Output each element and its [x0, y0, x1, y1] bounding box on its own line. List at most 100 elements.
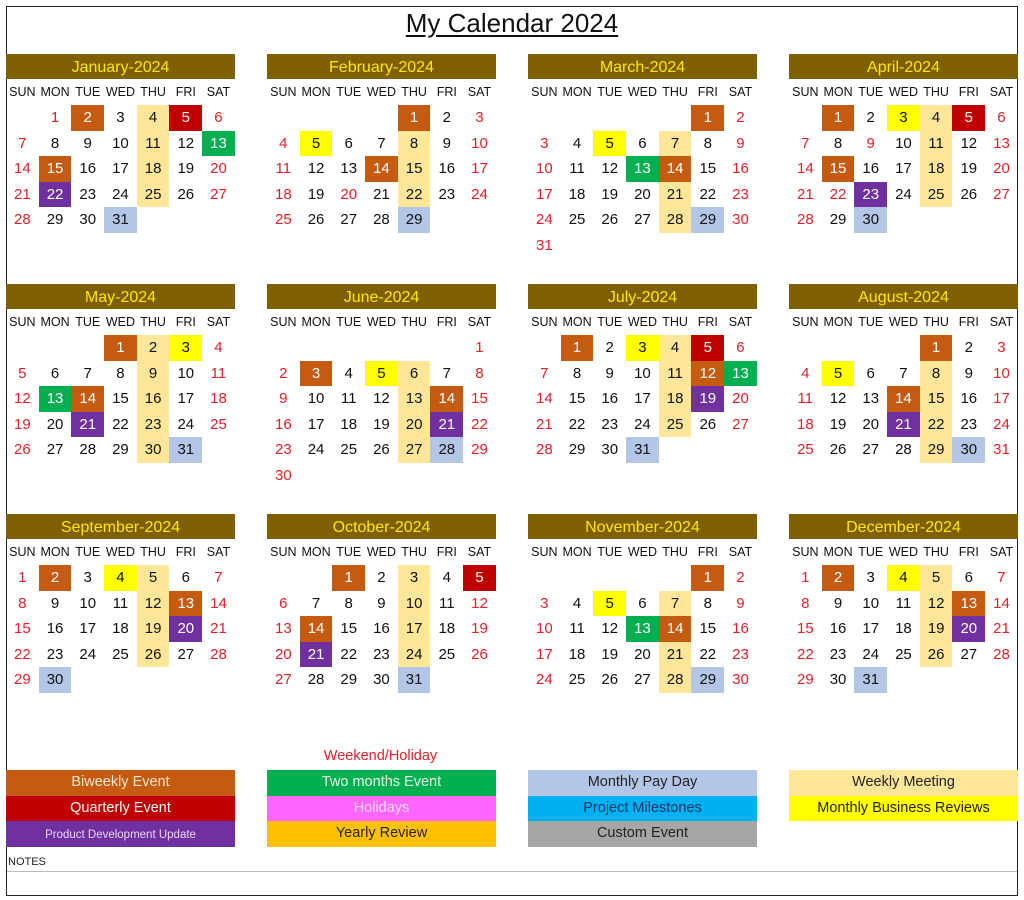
day-cell[interactable]: 25 [919, 181, 953, 208]
day-cell[interactable]: 1 [332, 565, 366, 591]
day-cell[interactable]: 21 [528, 412, 561, 438]
day-cell[interactable]: 3 [528, 591, 561, 617]
day-cell[interactable]: 10 [463, 131, 496, 157]
day-cell[interactable]: 11 [561, 616, 594, 642]
day-cell[interactable]: 15 [38, 156, 72, 182]
day-cell[interactable]: 12 [691, 360, 725, 387]
day-cell[interactable]: 6 [854, 361, 887, 387]
day-cell[interactable]: 9 [952, 361, 985, 387]
day-cell[interactable]: 11 [267, 156, 300, 182]
day-cell[interactable]: 21 [71, 411, 105, 438]
day-cell[interactable]: 4 [332, 361, 365, 387]
day-cell[interactable]: 28 [6, 207, 39, 233]
day-cell[interactable]: 21 [365, 182, 398, 208]
day-cell[interactable]: 29 [691, 207, 725, 233]
day-cell[interactable]: 17 [985, 386, 1018, 412]
day-cell[interactable]: 24 [104, 182, 137, 208]
day-cell[interactable]: 10 [528, 156, 561, 182]
day-cell[interactable]: 6 [952, 565, 985, 591]
day-cell[interactable]: 10 [397, 590, 431, 617]
day-cell[interactable]: 20 [202, 156, 235, 182]
day-cell[interactable]: 25 [789, 437, 822, 463]
day-cell[interactable]: 26 [593, 667, 626, 693]
day-cell[interactable]: 19 [136, 616, 170, 642]
day-cell[interactable]: 26 [463, 642, 496, 668]
day-cell[interactable]: 27 [169, 642, 202, 668]
day-cell[interactable]: 2 [593, 335, 626, 361]
day-cell[interactable]: 7 [789, 131, 822, 157]
day-cell[interactable]: 10 [854, 591, 887, 617]
day-cell[interactable]: 6 [724, 335, 757, 361]
day-cell[interactable]: 12 [463, 591, 496, 617]
day-cell[interactable]: 15 [691, 616, 724, 642]
day-cell[interactable]: 5 [169, 105, 203, 131]
day-cell[interactable]: 5 [919, 565, 953, 591]
day-cell[interactable]: 22 [691, 642, 724, 668]
day-cell[interactable]: 31 [626, 437, 659, 463]
day-cell[interactable]: 20 [397, 411, 431, 438]
day-cell[interactable]: 8 [463, 361, 496, 387]
day-cell[interactable]: 2 [821, 565, 855, 591]
day-cell[interactable]: 30 [593, 437, 626, 463]
day-cell[interactable]: 13 [38, 386, 72, 412]
day-cell[interactable]: 13 [626, 156, 659, 182]
day-cell[interactable]: 16 [430, 156, 463, 182]
day-cell[interactable]: 8 [332, 591, 365, 617]
day-cell[interactable]: 4 [202, 335, 235, 361]
day-cell[interactable]: 22 [104, 412, 137, 438]
day-cell[interactable]: 27 [952, 642, 985, 668]
day-cell[interactable]: 9 [822, 591, 855, 617]
day-cell[interactable]: 19 [6, 412, 39, 438]
day-cell[interactable]: 12 [822, 386, 855, 412]
day-cell[interactable]: 1 [691, 565, 725, 591]
day-cell[interactable]: 8 [104, 361, 137, 387]
day-cell[interactable]: 21 [658, 181, 692, 208]
day-cell[interactable]: 17 [854, 616, 887, 642]
day-cell[interactable]: 2 [724, 105, 757, 131]
day-cell[interactable]: 23 [593, 412, 626, 438]
day-cell[interactable]: 28 [300, 667, 333, 693]
day-cell[interactable]: 21 [299, 641, 333, 668]
day-cell[interactable]: 1 [821, 105, 855, 131]
day-cell[interactable]: 24 [397, 641, 431, 668]
day-cell[interactable]: 14 [71, 386, 105, 412]
day-cell[interactable]: 10 [887, 131, 920, 157]
day-cell[interactable]: 3 [104, 105, 137, 131]
day-cell[interactable]: 5 [136, 565, 170, 591]
day-cell[interactable]: 14 [202, 591, 235, 617]
day-cell[interactable]: 10 [71, 591, 104, 617]
day-cell[interactable]: 8 [691, 131, 724, 157]
day-cell[interactable]: 26 [6, 437, 39, 463]
day-cell[interactable]: 28 [789, 207, 822, 233]
day-cell[interactable]: 30 [724, 667, 757, 693]
day-cell[interactable]: 8 [561, 361, 594, 387]
day-cell[interactable]: 2 [854, 105, 887, 131]
day-cell[interactable]: 14 [658, 156, 692, 182]
day-cell[interactable]: 17 [300, 412, 333, 438]
day-cell[interactable]: 31 [169, 437, 203, 463]
day-cell[interactable]: 4 [789, 361, 822, 387]
day-cell[interactable]: 27 [332, 207, 365, 233]
day-cell[interactable]: 13 [332, 156, 365, 182]
day-cell[interactable]: 27 [397, 437, 431, 463]
day-cell[interactable]: 19 [919, 616, 953, 642]
day-cell[interactable]: 18 [136, 156, 170, 182]
day-cell[interactable]: 19 [300, 182, 333, 208]
day-cell[interactable]: 16 [593, 386, 626, 412]
day-cell[interactable]: 25 [136, 181, 170, 208]
day-cell[interactable]: 23 [854, 181, 888, 208]
day-cell[interactable]: 20 [626, 642, 659, 668]
day-cell[interactable]: 11 [430, 591, 463, 617]
day-cell[interactable]: 4 [267, 131, 300, 157]
day-cell[interactable]: 3 [887, 105, 920, 131]
day-cell[interactable]: 22 [38, 181, 72, 208]
day-cell[interactable]: 14 [430, 386, 464, 412]
day-cell[interactable]: 9 [724, 591, 757, 617]
day-cell[interactable]: 5 [299, 130, 333, 157]
day-cell[interactable]: 30 [136, 437, 170, 463]
day-cell[interactable]: 16 [39, 616, 72, 642]
day-cell[interactable]: 28 [985, 642, 1018, 668]
day-cell[interactable]: 7 [528, 361, 561, 387]
day-cell[interactable]: 31 [104, 207, 137, 233]
day-cell[interactable]: 22 [332, 642, 365, 668]
